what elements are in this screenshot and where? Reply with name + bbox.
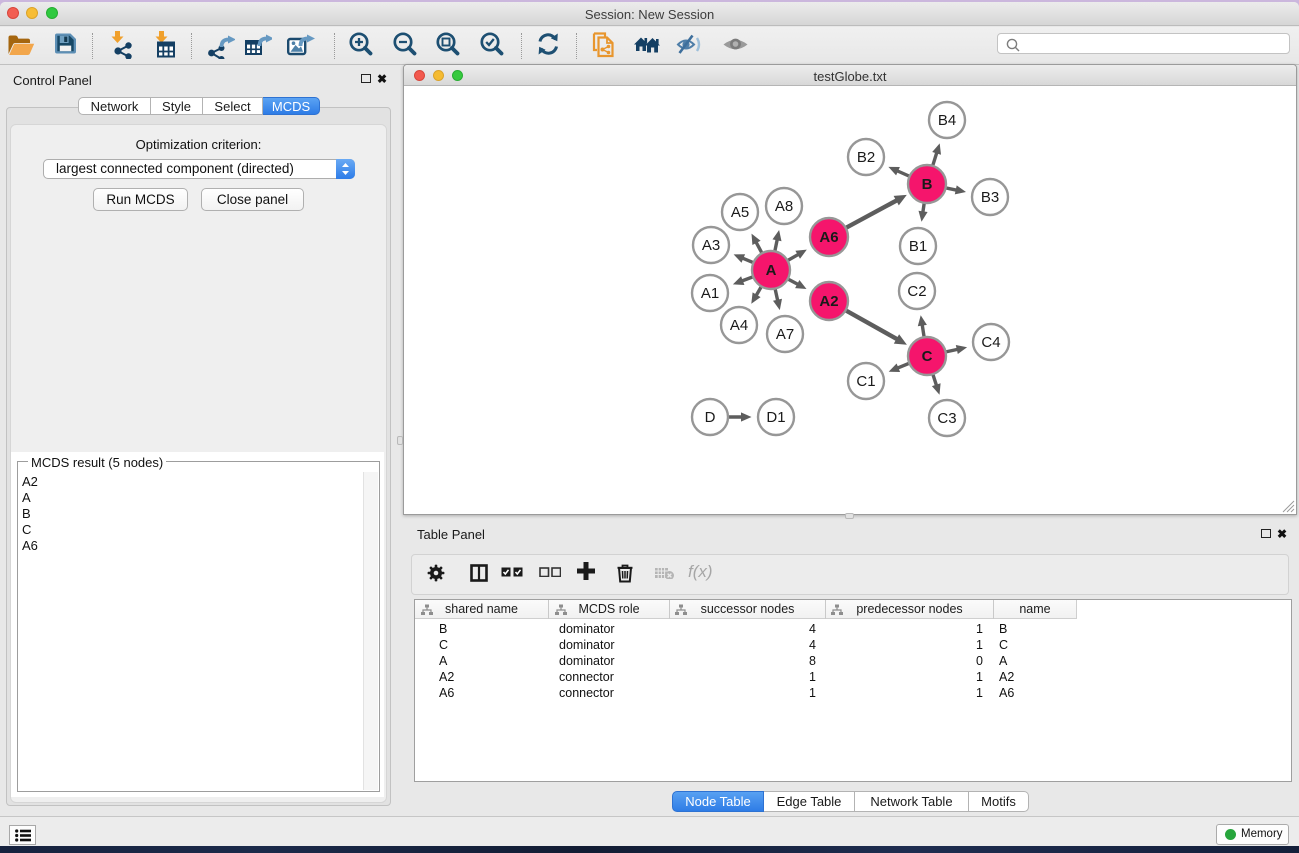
svg-text:C3: C3 <box>937 410 956 427</box>
svg-text:A3: A3 <box>702 237 720 254</box>
svg-text:D1: D1 <box>766 409 785 426</box>
svg-text:B2: B2 <box>857 149 875 166</box>
svg-text:C1: C1 <box>856 373 875 390</box>
svg-text:A4: A4 <box>730 317 748 334</box>
svg-text:B: B <box>922 176 933 193</box>
svg-text:A1: A1 <box>701 285 719 302</box>
svg-text:A2: A2 <box>819 293 838 310</box>
svg-text:B3: B3 <box>981 189 999 206</box>
svg-text:f(x): f(x) <box>688 563 713 581</box>
svg-text:A5: A5 <box>731 204 749 221</box>
svg-text:C4: C4 <box>981 334 1000 351</box>
svg-text:B1: B1 <box>909 238 927 255</box>
svg-text:A7: A7 <box>776 326 794 343</box>
svg-text:C: C <box>922 348 933 365</box>
svg-text:A8: A8 <box>775 198 793 215</box>
svg-text:D: D <box>705 409 716 426</box>
svg-text:B4: B4 <box>938 112 956 129</box>
svg-text:C2: C2 <box>907 283 926 300</box>
svg-text:A: A <box>766 262 777 279</box>
svg-text:A6: A6 <box>819 229 838 246</box>
